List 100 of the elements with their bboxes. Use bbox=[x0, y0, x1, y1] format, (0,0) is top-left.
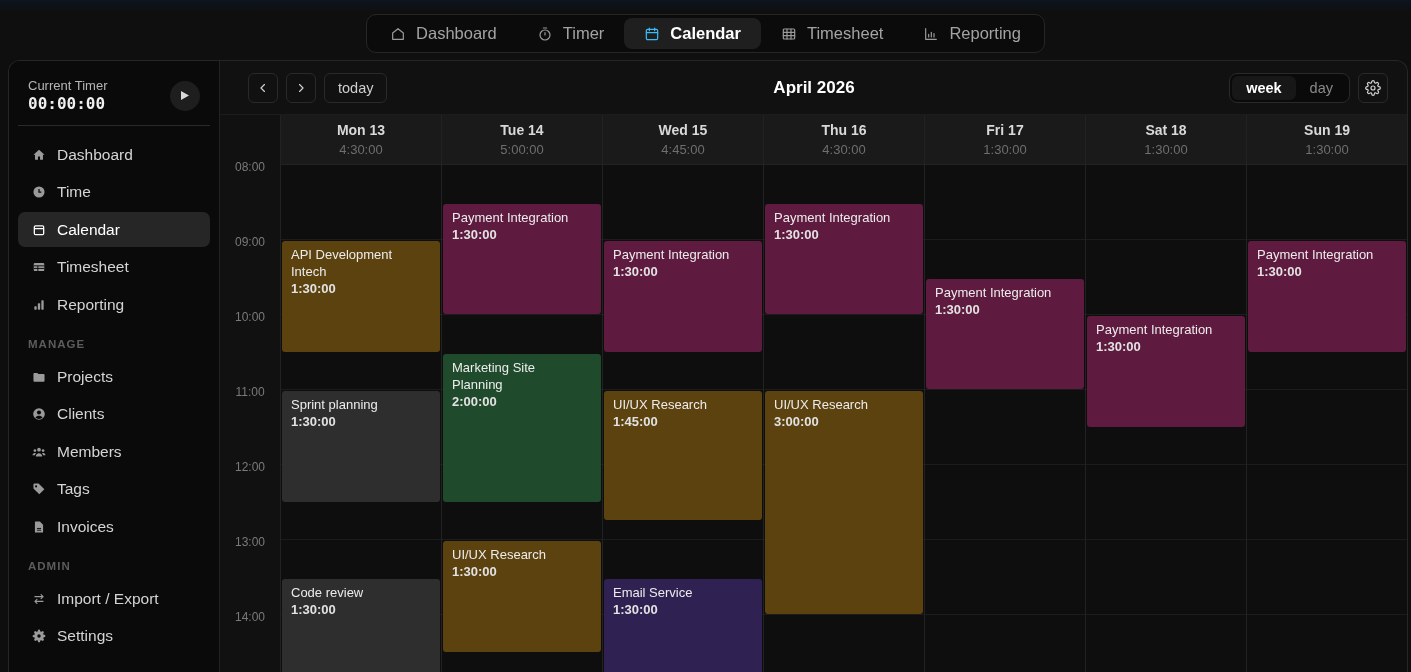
section-heading: MANAGE bbox=[27, 337, 87, 352]
play-button[interactable] bbox=[170, 80, 200, 111]
time-label: 12:00 bbox=[235, 460, 265, 474]
event-title: UI/UX Research bbox=[613, 396, 708, 413]
today-button[interactable]: today bbox=[324, 72, 388, 103]
sidebar-item[interactable]: Dashboard bbox=[18, 137, 210, 172]
day-name: Sat 18 bbox=[1145, 121, 1187, 139]
event-duration: 1:30:00 bbox=[1257, 263, 1303, 281]
event-duration: 1:45:00 bbox=[613, 413, 659, 431]
event-duration: 3:00:00 bbox=[774, 413, 820, 431]
event-duration: 1:30:00 bbox=[291, 600, 337, 619]
sidebar-item[interactable]: Members bbox=[18, 434, 210, 469]
nav-tab[interactable]: Calendar bbox=[624, 18, 761, 49]
day-total: 4:30:00 bbox=[339, 141, 383, 158]
event-card[interactable]: Payment Integration 1:30:00 bbox=[1248, 241, 1406, 352]
event-card[interactable]: API Development Intech 1:30:00 bbox=[282, 241, 440, 352]
event-duration: 1:30:00 bbox=[935, 300, 981, 319]
sidebar-item[interactable]: Time bbox=[18, 174, 210, 210]
sidebar-item[interactable]: Reporting bbox=[18, 287, 210, 322]
event-duration: 1:30:00 bbox=[291, 280, 337, 298]
settings-icon bbox=[32, 629, 46, 643]
event-card[interactable]: Marketing Site Planning 2:00:00 bbox=[443, 353, 601, 502]
sidebar-item[interactable]: Tags bbox=[18, 471, 210, 507]
bar-chart-icon bbox=[32, 297, 46, 312]
day-total: 4:45:00 bbox=[661, 141, 705, 158]
event-title: Payment Integration bbox=[774, 208, 892, 226]
sidebar-item[interactable]: Invoices bbox=[18, 509, 210, 544]
event-title: Payment Integration bbox=[1096, 321, 1214, 338]
event-title: Code review bbox=[291, 583, 365, 601]
day-name: Thu 16 bbox=[821, 121, 867, 139]
sidebar-item[interactable]: Clients bbox=[18, 396, 210, 432]
event-card[interactable]: Payment Integration 1:30:00 bbox=[765, 203, 923, 314]
time-label: 08:00 bbox=[235, 160, 265, 174]
event-card[interactable]: UI/UX Research 1:45:00 bbox=[604, 391, 762, 521]
event-card[interactable]: UI/UX Research 1:30:00 bbox=[443, 541, 601, 652]
event-card[interactable]: Email Service 1:30:00 bbox=[604, 578, 762, 672]
timer-value: 00:00:00 bbox=[28, 94, 107, 113]
day-total: 1:30:00 bbox=[1305, 141, 1349, 158]
time-label: 09:00 bbox=[235, 235, 265, 249]
event-duration: 2:00:00 bbox=[452, 392, 498, 411]
document-icon bbox=[32, 519, 46, 534]
next-button[interactable] bbox=[286, 72, 316, 103]
settings-button[interactable] bbox=[1358, 72, 1388, 103]
nav-tab[interactable]: Timesheet bbox=[760, 18, 904, 49]
view-option[interactable]: week bbox=[1232, 75, 1296, 100]
event-card[interactable]: UI/UX Research 3:00:00 bbox=[765, 391, 923, 614]
event-title: Sprint planning bbox=[291, 396, 379, 413]
stopwatch-icon bbox=[536, 25, 553, 42]
play-icon bbox=[181, 91, 189, 100]
nav-tab[interactable]: Timer bbox=[516, 18, 625, 49]
calendar-icon bbox=[644, 25, 661, 42]
event-duration: 1:30:00 bbox=[774, 225, 820, 244]
time-label: 14:00 bbox=[235, 610, 265, 624]
event-title: API Development Intech bbox=[291, 246, 394, 280]
sidebar-item[interactable]: Projects bbox=[18, 359, 210, 394]
event-card[interactable]: Sprint planning 1:30:00 bbox=[282, 391, 440, 502]
calendar-title: April 2026 bbox=[773, 77, 855, 98]
event-title: Payment Integration bbox=[613, 246, 731, 263]
calendar-icon bbox=[32, 222, 46, 237]
event-card[interactable]: Payment Integration 1:30:00 bbox=[604, 241, 762, 352]
time-label: 11:00 bbox=[235, 385, 265, 399]
event-card[interactable]: Payment Integration 1:30:00 bbox=[443, 203, 601, 314]
event-card[interactable]: Code review 1:30:00 bbox=[282, 578, 440, 672]
settings-icon bbox=[1365, 79, 1381, 96]
time-label: 13:00 bbox=[235, 535, 265, 549]
view-option[interactable]: day bbox=[1295, 75, 1347, 100]
section-heading: ADMIN bbox=[27, 559, 72, 574]
table-icon bbox=[32, 260, 46, 274]
event-title: Marketing Site Planning bbox=[452, 358, 537, 393]
house-icon bbox=[390, 25, 407, 42]
event-duration: 1:30:00 bbox=[291, 413, 337, 431]
table-icon bbox=[780, 25, 797, 42]
day-name: Sun 19 bbox=[1304, 121, 1350, 139]
event-title: UI/UX Research bbox=[774, 396, 869, 413]
event-duration: 1:30:00 bbox=[452, 563, 498, 581]
house-icon bbox=[32, 147, 46, 162]
sidebar-item[interactable]: Calendar bbox=[18, 212, 210, 247]
sidebar-item[interactable]: Settings bbox=[18, 618, 210, 654]
day-name: Tue 14 bbox=[500, 121, 544, 139]
previous-button[interactable] bbox=[248, 72, 278, 103]
event-card[interactable]: Payment Integration 1:30:00 bbox=[1087, 316, 1245, 427]
day-name: Wed 15 bbox=[658, 121, 708, 139]
day-total: 4:30:00 bbox=[822, 141, 866, 158]
swap-icon bbox=[32, 591, 46, 606]
sidebar-item[interactable]: Timesheet bbox=[18, 249, 210, 285]
event-duration: 1:30:00 bbox=[452, 225, 498, 244]
day-total: 1:30:00 bbox=[1144, 141, 1188, 158]
bar-chart-icon bbox=[923, 25, 940, 42]
event-title: Payment Integration bbox=[935, 283, 1053, 301]
event-title: Payment Integration bbox=[1257, 246, 1375, 263]
event-card[interactable]: Payment Integration 1:30:00 bbox=[926, 278, 1084, 389]
day-total: 5:00:00 bbox=[500, 141, 544, 158]
tag-icon bbox=[32, 482, 46, 496]
nav-tab[interactable]: Dashboard bbox=[370, 18, 517, 49]
timer-label: Current Timer bbox=[28, 78, 108, 94]
sidebar-item[interactable]: Import / Export bbox=[18, 581, 210, 616]
event-title: Payment Integration bbox=[452, 208, 570, 226]
clock-icon bbox=[32, 185, 46, 199]
nav-tab[interactable]: Reporting bbox=[903, 18, 1041, 49]
day-name: Fri 17 bbox=[986, 121, 1024, 139]
